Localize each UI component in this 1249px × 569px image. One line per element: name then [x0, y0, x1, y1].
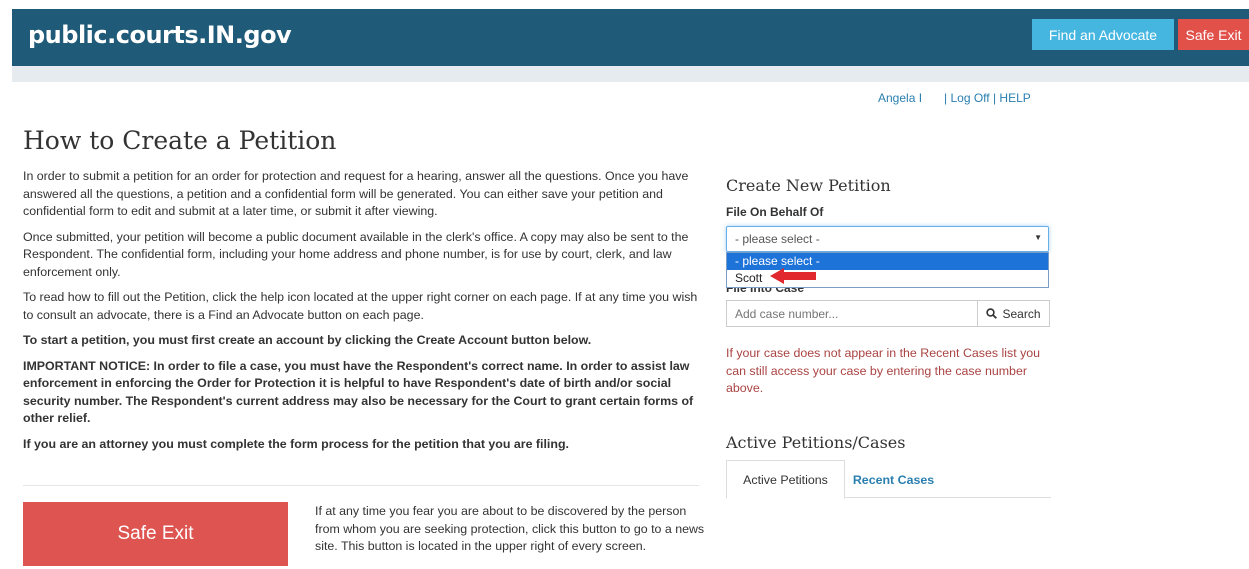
safe-exit-button-large[interactable]: Safe Exit — [23, 502, 288, 566]
divider — [23, 485, 699, 486]
behalf-select[interactable]: - please select - ▼ — [726, 226, 1049, 252]
instruction-paragraph: To start a petition, you must first crea… — [23, 333, 592, 347]
help-link[interactable]: HELP — [999, 91, 1030, 105]
cases-tabs: Active Petitions Recent Cases — [726, 460, 1051, 499]
case-warning: If your case does not appear in the Rece… — [726, 346, 1041, 395]
site-logo[interactable]: public.courts.IN.gov — [28, 21, 292, 49]
magnifier-icon — [986, 308, 998, 319]
header-subbar — [12, 66, 1249, 82]
top-header: public.courts.IN.gov Find an Advocate Sa… — [12, 9, 1249, 66]
search-label: Search — [1002, 306, 1041, 321]
active-cases-heading: Active Petitions/Cases — [726, 433, 906, 452]
user-links: | Log Off | HELP — [944, 91, 1031, 105]
safe-exit-note: If at any time you fear you are about to… — [315, 504, 705, 553]
select-value: - please select - — [735, 232, 820, 246]
instruction-paragraph: In order to submit a petition for an ord… — [23, 169, 689, 218]
instruction-paragraph: Once submitted, your petition will becom… — [23, 229, 689, 279]
important-notice: IMPORTANT NOTICE: In order to file a cas… — [23, 358, 694, 426]
page-title: How to Create a Petition — [23, 126, 337, 155]
caret-down-icon: ▼ — [1034, 233, 1042, 242]
log-off-link[interactable]: Log Off — [950, 91, 989, 105]
separator: | — [992, 91, 997, 105]
separator: | — [944, 91, 948, 105]
instructions: In order to submit a petition for an ord… — [23, 168, 703, 461]
instruction-paragraph: To read how to fill out the Petition, cl… — [23, 290, 698, 322]
red-arrow-icon — [770, 268, 816, 284]
user-name-link[interactable]: Angela I — [878, 91, 922, 105]
tab-recent-cases[interactable]: Recent Cases — [846, 460, 941, 499]
behalf-label: File On Behalf Of — [726, 205, 824, 219]
attorney-note: If you are an attorney you must complete… — [23, 436, 569, 451]
tab-active-petitions[interactable]: Active Petitions — [726, 460, 845, 499]
case-number-input[interactable] — [726, 300, 978, 327]
search-button[interactable]: Search — [977, 300, 1050, 327]
find-advocate-button[interactable]: Find an Advocate — [1032, 19, 1174, 50]
safe-exit-button-top[interactable]: Safe Exit — [1178, 19, 1249, 50]
create-petition-heading: Create New Petition — [726, 176, 891, 195]
